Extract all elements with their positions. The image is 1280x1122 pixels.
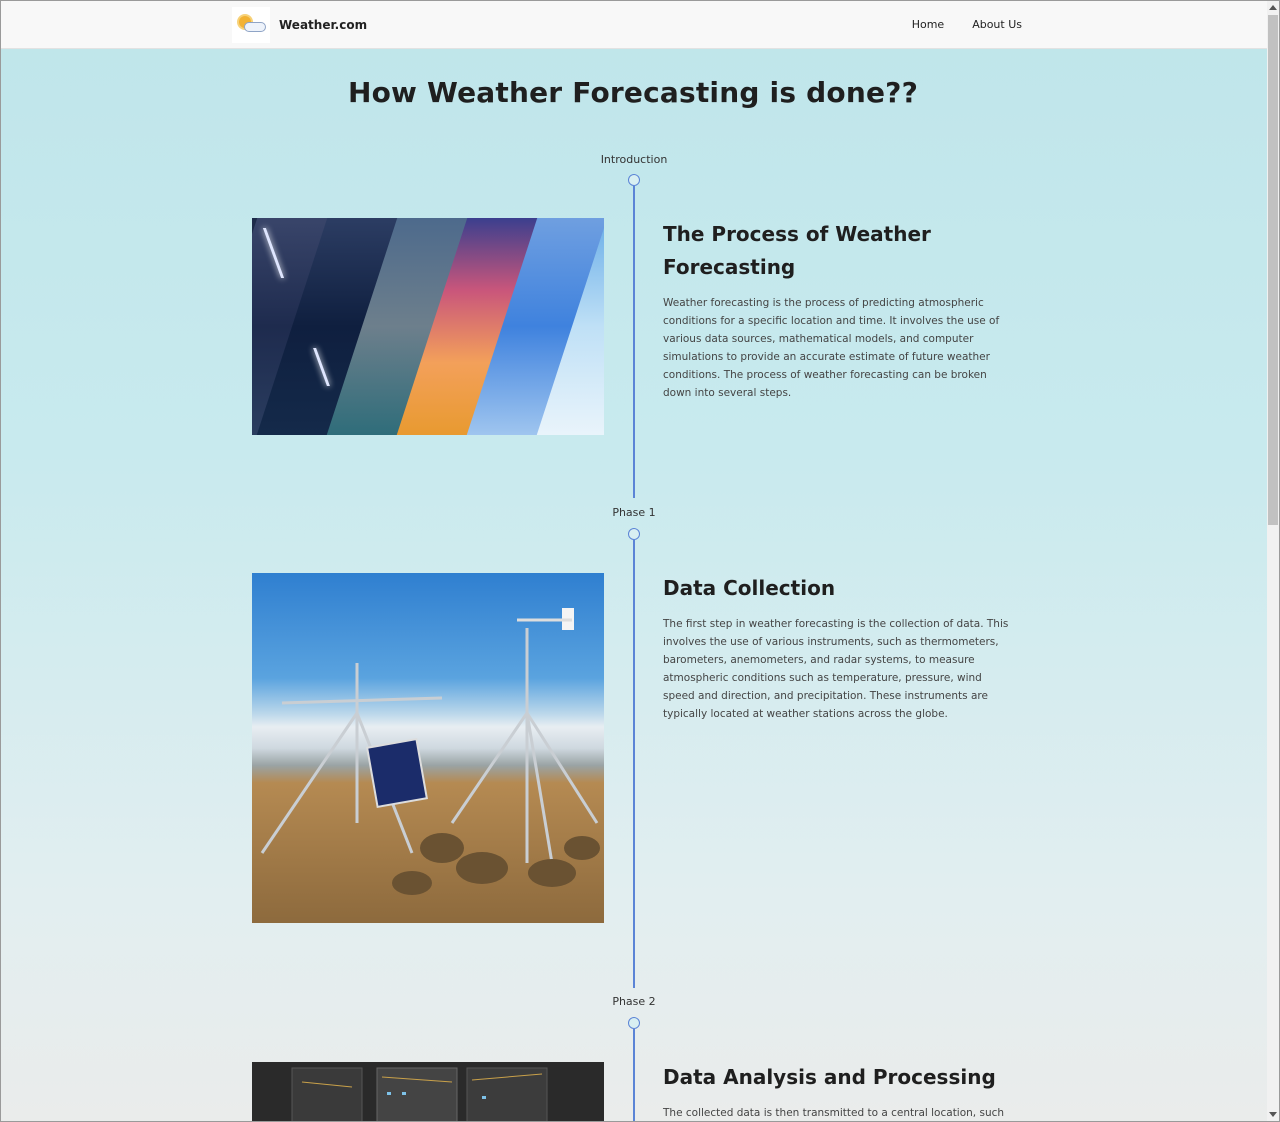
timeline-node	[628, 174, 640, 186]
weather-logo-icon	[232, 7, 270, 43]
timeline-line	[633, 1029, 635, 1122]
server-rack-icon	[291, 1067, 548, 1122]
timeline-line	[633, 540, 635, 988]
nav-link-home[interactable]: Home	[912, 18, 944, 31]
weather-station-image	[252, 573, 604, 923]
timeline-line	[633, 186, 635, 498]
scroll-thumb[interactable]	[1268, 15, 1278, 525]
server-rack-image	[252, 1062, 604, 1122]
brand[interactable]: Weather.com	[232, 7, 367, 43]
page-scrollbar[interactable]	[1267, 1, 1279, 1121]
nav-links: Home About Us	[912, 18, 1022, 31]
weather-collage-image	[252, 218, 604, 435]
phase-label-introduction: Introduction	[600, 153, 668, 166]
section-body: The collected data is then transmitted t…	[663, 1107, 1005, 1119]
scroll-down-arrow-icon[interactable]	[1269, 1112, 1277, 1117]
section-title: Data Collection	[663, 576, 836, 600]
window-frame	[0, 0, 1280, 1122]
phase-label-phase-1: Phase 1	[612, 506, 656, 519]
section-body: Weather forecasting is the process of pr…	[663, 297, 1000, 399]
weather-station-icon	[260, 608, 600, 895]
section-title: The Process of Weather Forecasting	[663, 222, 931, 279]
navbar: Weather.com Home About Us	[1, 1, 1267, 49]
section-body: The first step in weather forecasting is…	[663, 618, 1009, 720]
brand-name[interactable]: Weather.com	[279, 18, 367, 32]
section-title: Data Analysis and Processing	[663, 1065, 996, 1089]
page-title: How Weather Forecasting is done??	[347, 76, 919, 109]
timeline-node	[628, 1017, 640, 1029]
phase-label-phase-2: Phase 2	[612, 995, 656, 1008]
nav-link-about-us[interactable]: About Us	[972, 18, 1022, 31]
timeline-node	[628, 528, 640, 540]
scroll-up-arrow-icon[interactable]	[1269, 5, 1277, 10]
